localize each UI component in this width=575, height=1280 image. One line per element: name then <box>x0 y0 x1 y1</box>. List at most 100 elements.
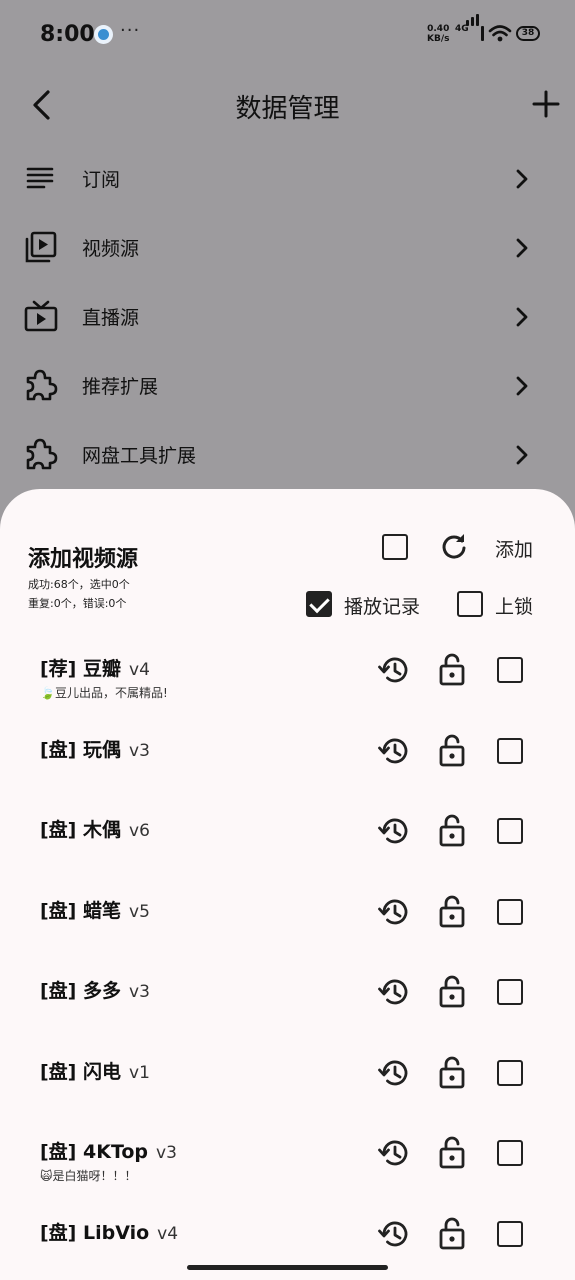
source-tag: [盘] <box>40 1061 77 1083</box>
source-version: v1 <box>129 1063 150 1083</box>
network-speed-value: 0.40 <box>427 24 450 34</box>
extension-icon <box>26 369 58 401</box>
source-name: [盘] 蜡笔 v5 <box>40 896 150 923</box>
add-video-source-sheet: 添加视频源 成功:68个，选中0个 重复:0个，错误:0个 添加 播放记录 上锁… <box>0 489 575 1280</box>
refresh-icon[interactable] <box>440 533 468 561</box>
unlock-icon[interactable] <box>438 894 466 928</box>
menu-item-live-source[interactable]: 直播源 <box>0 283 575 352</box>
unlock-icon[interactable] <box>438 733 466 767</box>
source-select-checkbox[interactable] <box>497 738 523 764</box>
source-select-checkbox[interactable] <box>497 979 523 1005</box>
source-name: [盘] 木偶 v6 <box>40 815 150 842</box>
source-tag: [盘] <box>40 980 77 1002</box>
source-version: v5 <box>129 902 150 922</box>
chevron-right-icon <box>516 376 528 396</box>
stats-success: 成功:68个，选中0个 <box>28 578 130 591</box>
wifi-icon <box>488 25 512 42</box>
chevron-right-icon <box>516 238 528 258</box>
source-version: v3 <box>129 982 150 1002</box>
chevron-right-icon <box>516 169 528 189</box>
source-tag: [盘] <box>40 900 77 922</box>
menu-item-label: 订阅 <box>82 169 121 191</box>
menu-item-video-source[interactable]: 视频源 <box>0 214 575 283</box>
menu-item-label: 网盘工具扩展 <box>82 445 197 467</box>
source-select-checkbox[interactable] <box>497 1140 523 1166</box>
source-version: v4 <box>129 660 150 680</box>
source-title: 闪电 <box>83 1061 122 1083</box>
extension-icon <box>26 438 58 470</box>
source-row[interactable]: [盘] 蜡笔 v5 <box>0 878 575 958</box>
source-title: 蜡笔 <box>83 900 122 922</box>
battery-icon: 38 <box>516 26 540 41</box>
play-record-label[interactable]: 播放记录 <box>344 592 420 619</box>
source-select-checkbox[interactable] <box>497 899 523 925</box>
menu-item-cloud-tool-extensions[interactable]: 网盘工具扩展 <box>0 421 575 490</box>
source-title: 多多 <box>83 980 122 1002</box>
add-icon[interactable] <box>532 90 560 118</box>
unlock-icon[interactable] <box>438 1135 466 1169</box>
telegram-notification-icon <box>94 25 113 44</box>
source-name: [盘] 玩偶 v3 <box>40 735 150 762</box>
source-row[interactable]: [盘] 玩偶 v3 <box>0 717 575 797</box>
source-row[interactable]: [盘] 4KTop v3 🙀是白猫呀！！！ <box>0 1119 575 1199</box>
source-tag: [盘] <box>40 739 77 761</box>
stats-duplicate: 重复:0个，错误:0个 <box>28 597 127 610</box>
source-name: [盘] LibVio v4 <box>40 1218 178 1245</box>
play-record-checkbox[interactable] <box>306 591 332 617</box>
list-icon <box>26 167 54 189</box>
source-version: v3 <box>129 741 150 761</box>
source-version: v4 <box>157 1224 179 1244</box>
menu-item-subscription[interactable]: 订阅 <box>0 145 575 214</box>
more-notifications-icon: ··· <box>120 20 141 41</box>
page-title: 数据管理 <box>235 94 340 124</box>
source-row[interactable]: [盘] 木偶 v6 <box>0 797 575 877</box>
status-time: 8:00 <box>40 22 95 47</box>
source-title: 4KTop <box>83 1141 149 1163</box>
source-version: v6 <box>129 821 150 841</box>
chevron-right-icon <box>516 307 528 327</box>
source-name: [荐] 豆瓣 v4 <box>40 654 150 681</box>
source-tag: [荐] <box>40 658 77 680</box>
source-row[interactable]: [盘] 多多 v3 <box>0 958 575 1038</box>
menu-item-label: 推荐扩展 <box>82 376 159 398</box>
source-select-checkbox[interactable] <box>497 818 523 844</box>
source-select-checkbox[interactable] <box>497 1060 523 1086</box>
source-name: [盘] 4KTop v3 <box>40 1137 177 1164</box>
source-title: 玩偶 <box>83 739 122 761</box>
history-icon[interactable] <box>378 1137 410 1169</box>
source-description: 🍃豆儿出品，不属精品! <box>40 686 168 700</box>
chevron-right-icon <box>516 445 528 465</box>
unlock-icon[interactable] <box>438 1216 466 1250</box>
add-button[interactable]: 添加 <box>495 535 533 562</box>
source-row[interactable]: [盘] 闪电 v1 <box>0 1039 575 1119</box>
source-select-checkbox[interactable] <box>497 1221 523 1247</box>
video-library-icon <box>25 231 57 263</box>
history-icon[interactable] <box>378 1057 410 1089</box>
select-all-checkbox[interactable] <box>382 534 408 560</box>
history-icon[interactable] <box>378 896 410 928</box>
sheet-title: 添加视频源 <box>28 547 139 572</box>
home-indicator[interactable] <box>187 1265 388 1270</box>
lock-checkbox[interactable] <box>457 591 483 617</box>
history-icon[interactable] <box>378 815 410 847</box>
source-description: 🙀是白猫呀！！！ <box>40 1169 137 1183</box>
history-icon[interactable] <box>378 735 410 767</box>
history-icon[interactable] <box>378 976 410 1008</box>
history-icon[interactable] <box>378 1218 410 1250</box>
history-icon[interactable] <box>378 654 410 686</box>
unlock-icon[interactable] <box>438 652 466 686</box>
unlock-icon[interactable] <box>438 1055 466 1089</box>
unlock-icon[interactable] <box>438 813 466 847</box>
source-name: [盘] 多多 v3 <box>40 976 150 1003</box>
menu-item-recommended-extensions[interactable]: 推荐扩展 <box>0 352 575 421</box>
status-bar: 8:00 ··· 0.40 KB/s 4G 38 <box>0 0 575 70</box>
source-title: LibVio <box>83 1222 150 1244</box>
source-tag: [盘] <box>40 1222 77 1244</box>
unlock-icon[interactable] <box>438 974 466 1008</box>
source-title: 木偶 <box>83 819 122 841</box>
source-tag: [盘] <box>40 1141 77 1163</box>
source-row[interactable]: [荐] 豆瓣 v4 🍃豆儿出品，不属精品! <box>0 636 575 716</box>
lock-label[interactable]: 上锁 <box>495 592 533 619</box>
source-select-checkbox[interactable] <box>497 657 523 683</box>
source-version: v3 <box>156 1143 177 1163</box>
